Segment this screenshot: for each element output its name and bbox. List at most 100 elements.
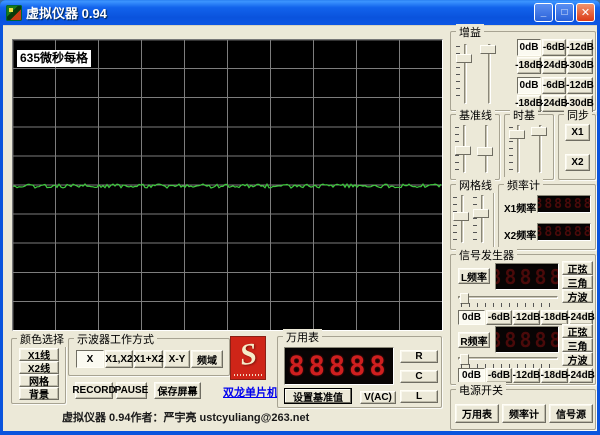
pause-button[interactable]: PAUSE [116,382,147,399]
multimeter-l-button[interactable]: L [400,390,438,403]
save-screen-button[interactable]: 保存屏幕 [154,382,201,399]
r-sine-button[interactable]: 正弦 [562,324,593,338]
app-window: 虚拟仪器 0.94 _ □ ✕ 635微秒每格 增益 [0,0,600,435]
sync-x2-button[interactable]: X2 [565,154,590,171]
gain2-0db-button[interactable]: 0dB [517,77,541,94]
power-freqcounter-button[interactable]: 频率计 [502,404,546,423]
gain1-0db-button[interactable]: 0dB [517,39,541,56]
gain1-neg24db-button[interactable]: -24dB [542,57,566,74]
r-triangle-button[interactable]: 三角 [562,338,593,352]
baseline-slider-1[interactable] [454,125,474,173]
r-frequency-button[interactable]: R频率 [458,332,490,348]
l-neg12db-button[interactable]: -12dB [513,310,540,325]
slider-thumb[interactable] [473,209,489,218]
multimeter-title: 万用表 [283,329,322,345]
gain-group-title: 增益 [456,24,484,40]
slider-thumb[interactable] [456,54,472,63]
slider-thumb[interactable] [509,130,525,139]
gain2-neg12db-button[interactable]: -12dB [567,77,593,94]
set-reference-button[interactable]: 设置基准值 [284,388,352,404]
l-neg6db-button[interactable]: -6dB [486,310,512,325]
power-switch-group: 电源开关 万用表 频率计 信号源 [450,389,596,430]
shuanglong-logo: S [230,336,266,380]
slider-thumb[interactable] [453,212,469,221]
vac-button[interactable]: V(AC) [360,391,396,404]
multimeter-r-button[interactable]: R [400,350,438,363]
mode-freqdomain-button[interactable]: 频域 [191,350,223,368]
slider-track [458,296,558,299]
l-0db-button[interactable]: 0dB [458,310,485,325]
slider-track [458,357,558,360]
slider-thumb[interactable] [480,45,496,54]
minimize-button[interactable]: _ [534,3,553,22]
slider-track [481,195,484,243]
baseline-group-title: 基准线 [456,107,495,123]
multimeter-c-button[interactable]: C [400,370,438,383]
r-0db-button[interactable]: 0dB [458,368,485,383]
multimeter-group: 万用表 88888 R C L 设置基准值 V(AC) [277,336,442,408]
gridlines-group-title: 网格线 [456,177,495,193]
gain1-neg12db-button[interactable]: -12dB [567,39,593,56]
timebase-slider-1[interactable] [508,125,528,173]
power-signalsource-button[interactable]: 信号源 [549,404,593,423]
main-content: 635微秒每格 增益 0dB -6dB -12dB -18dB -24dB -3… [3,25,597,431]
power-switch-title: 电源开关 [456,382,506,398]
r-square-button[interactable]: 方波 [562,352,593,366]
gain-slider-2[interactable] [479,44,499,104]
gain2-neg6db-button[interactable]: -6dB [542,77,566,94]
scope-mode-title: 示波器工作方式 [74,331,157,347]
gridlines-slider-1[interactable] [452,195,472,243]
shuanglong-mcu-link[interactable]: 双龙单片机 [223,384,278,400]
l-frequency-button[interactable]: L频率 [458,268,490,284]
l-sine-button[interactable]: 正弦 [562,261,593,275]
timebase-slider-2[interactable] [530,125,550,173]
timebase-group: 时基 [504,114,554,180]
mode-x1plusx2-button[interactable]: X1+X2 [134,350,163,368]
frequency-counter-group: 频率计 X1频率 888888 X2频率 888888 [498,184,596,250]
gain1-neg18db-button[interactable]: -18dB [517,57,541,74]
logo-caption-line [234,374,262,376]
r-neg6db-button[interactable]: -6dB [486,368,512,383]
color-select-title: 颜色选择 [17,331,67,347]
baseline-slider-2[interactable] [476,125,496,173]
sync-x1-button[interactable]: X1 [565,124,590,141]
slider-thumb[interactable] [531,127,547,136]
l-level-slider[interactable] [458,293,558,307]
title-bar[interactable]: 虚拟仪器 0.94 _ □ ✕ [0,0,600,25]
x2-frequency-label: X2频率 [504,227,536,242]
r-neg24db-button[interactable]: -24dB [569,368,593,383]
record-button[interactable]: RECORD [75,382,113,399]
l-square-button[interactable]: 方波 [562,289,593,303]
r-neg12db-button[interactable]: -12dB [513,368,540,383]
gain1-neg6db-button[interactable]: -6dB [542,39,566,56]
timebase-group-title: 时基 [510,107,538,123]
slider-ticks [461,303,555,307]
close-button[interactable]: ✕ [576,3,595,22]
maximize-button[interactable]: □ [555,3,574,22]
mode-x1x2-button[interactable]: X1,X2 [105,350,133,368]
r-neg18db-button[interactable]: -18dB [541,368,568,383]
gain2-neg24db-button[interactable]: -24dB [542,95,566,112]
gridlines-slider-2[interactable] [472,195,492,243]
slider-thumb[interactable] [455,146,471,155]
power-multimeter-button[interactable]: 万用表 [455,404,499,423]
color-background-button[interactable]: 背景 [19,387,59,400]
x2-frequency-display: 888888 [537,223,591,241]
r-level-slider[interactable] [458,354,558,368]
gain-slider-1[interactable] [455,44,475,104]
l-frequency-display: 88888 [495,263,559,290]
l-triangle-button[interactable]: 三角 [562,275,593,289]
x1-frequency-label: X1频率 [504,200,536,215]
slider-thumb[interactable] [477,147,493,156]
app-icon [6,5,22,21]
scope-mode-group: 示波器工作方式 X X1,X2 X1+X2 X-Y 频域 [68,338,230,376]
mode-xy-button[interactable]: X-Y [164,350,190,368]
mode-x-button[interactable]: X [76,350,104,368]
x1-frequency-display: 888888 [537,195,591,213]
l-neg18db-button[interactable]: -18dB [541,310,568,325]
frequency-counter-title: 频率计 [504,177,543,193]
color-select-group: 颜色选择 X1线 X2线 网格 背景 [11,338,66,404]
status-bar-text: 虚拟仪器 0.94作者：严宇亮 ustcyuliang@263.net [62,409,309,425]
signal-generator-title: 信号发生器 [456,247,517,263]
gain1-neg30db-button[interactable]: -30dB [567,57,593,74]
